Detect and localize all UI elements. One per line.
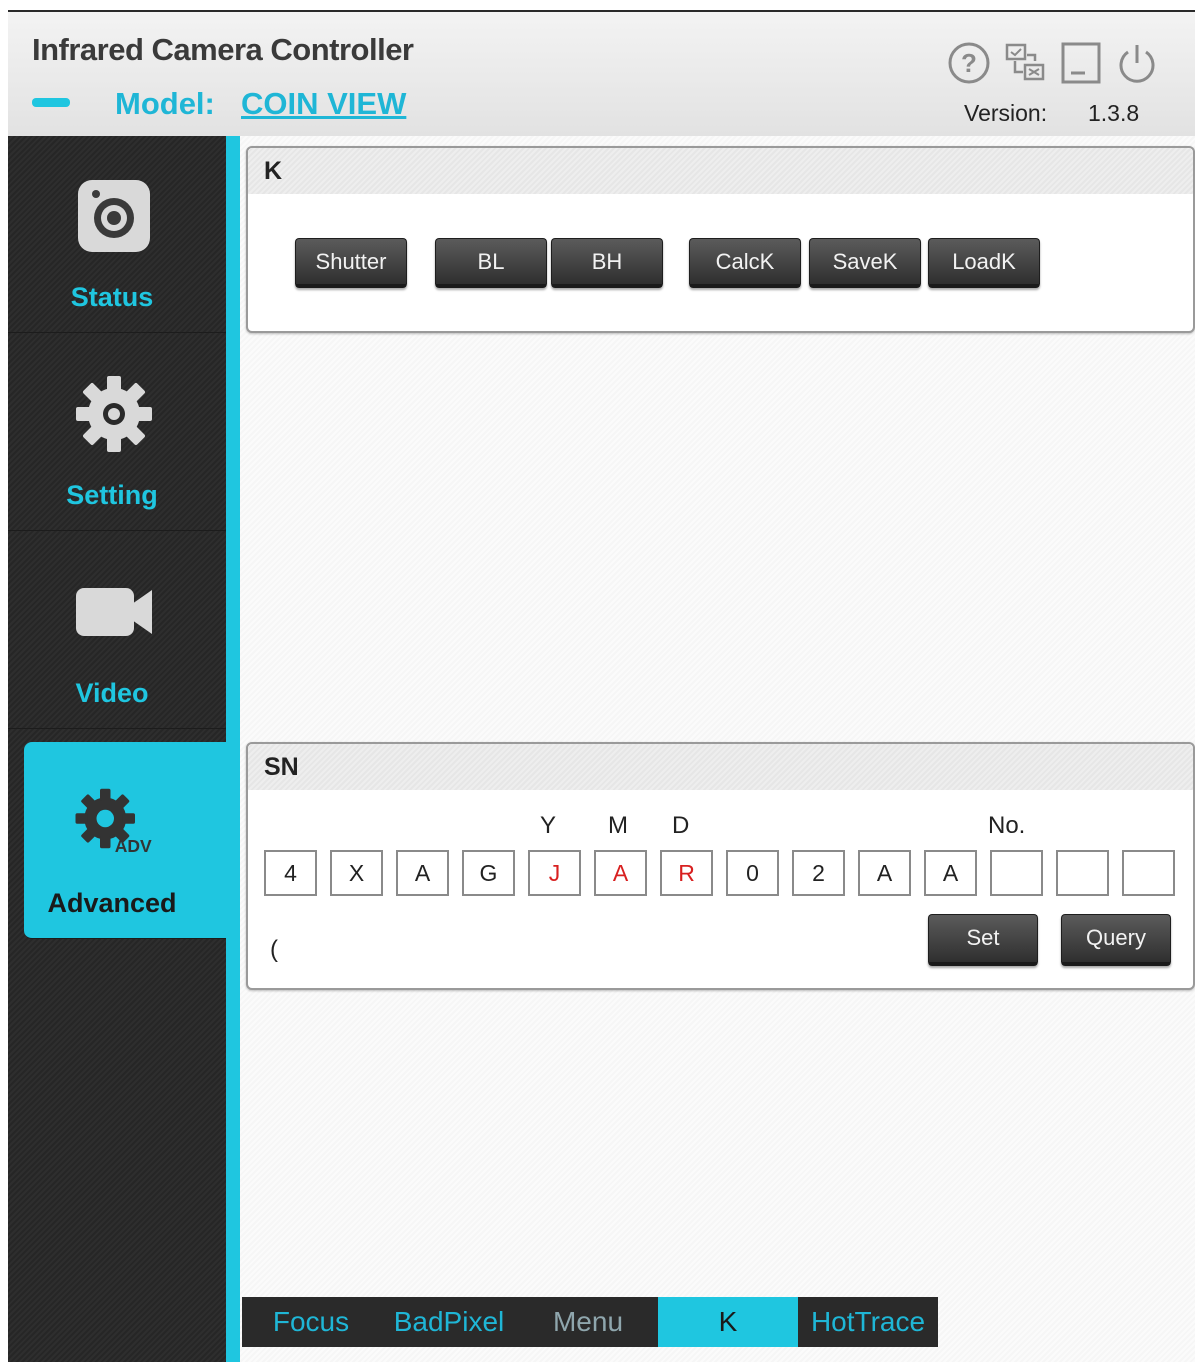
version-label: Version: xyxy=(964,100,1048,126)
sn-number-header: No. xyxy=(988,812,1026,839)
calck-button[interactable]: CalcK xyxy=(689,238,801,288)
sidebar-item-label: Status xyxy=(70,282,154,312)
sn-day-header: D xyxy=(672,812,690,839)
sidebar-item-status[interactable]: Status xyxy=(8,136,226,333)
sidebar: Status Setting Video ADV Advanced xyxy=(8,136,226,1362)
svg-text:?: ? xyxy=(961,48,977,78)
sidebar-item-setting[interactable]: Setting xyxy=(8,334,226,531)
sn-char-field[interactable]: A xyxy=(924,850,977,896)
sn-char-field[interactable] xyxy=(990,850,1043,896)
sidebar-item-label: Video xyxy=(75,678,149,708)
help-icon[interactable]: ? xyxy=(946,40,992,86)
query-button[interactable]: Query xyxy=(1061,914,1171,966)
app-title: Infrared Camera Controller xyxy=(32,32,414,67)
bl-button[interactable]: BL xyxy=(435,238,547,288)
tab-hottrace[interactable]: HotTrace xyxy=(798,1297,938,1347)
sn-char-field[interactable]: A xyxy=(396,850,449,896)
power-icon[interactable] xyxy=(1114,40,1160,86)
tab-k[interactable]: K xyxy=(658,1297,798,1347)
tab-menu[interactable]: Menu xyxy=(518,1297,658,1347)
svg-text:ADV: ADV xyxy=(115,836,152,856)
app-window: Infrared Camera Controller Model: COIN V… xyxy=(8,10,1195,1362)
sidebar-item-label: Setting xyxy=(66,480,158,510)
advanced-gear-icon: ADV xyxy=(72,780,156,864)
sidebar-item-label: Advanced xyxy=(47,888,177,918)
sidebar-item-advanced[interactable]: ADV Advanced xyxy=(24,742,226,939)
set-button[interactable]: Set xyxy=(928,914,1038,966)
tab-focus[interactable]: Focus xyxy=(242,1297,380,1347)
k-panel: K Shutter BL BH CalcK SaveK LoadK xyxy=(246,146,1195,333)
sn-char-field[interactable]: X xyxy=(330,850,383,896)
sn-char-field[interactable]: A xyxy=(858,850,911,896)
sn-char-field[interactable]: G xyxy=(462,850,515,896)
video-camera-icon xyxy=(72,570,156,654)
title-bar: Infrared Camera Controller Model: COIN V… xyxy=(8,12,1195,136)
sn-char-field[interactable]: R xyxy=(660,850,713,896)
sn-char-field[interactable]: J xyxy=(528,850,581,896)
main-content: K Shutter BL BH CalcK SaveK LoadK SN Y M… xyxy=(240,136,1195,1362)
sn-char-field[interactable]: A xyxy=(594,850,647,896)
tab-badpixel[interactable]: BadPixel xyxy=(380,1297,518,1347)
sn-char-field[interactable]: 0 xyxy=(726,850,779,896)
loadk-button[interactable]: LoadK xyxy=(928,238,1040,288)
k-panel-title: K xyxy=(248,148,1193,194)
bottom-tab-bar: Focus BadPixel Menu K HotTrace xyxy=(242,1297,938,1347)
model-indicator-bar xyxy=(32,98,70,107)
sn-char-field[interactable] xyxy=(1122,850,1175,896)
model-label: Model: xyxy=(115,86,215,121)
sn-panel-title: SN xyxy=(248,744,1193,790)
sidebar-item-video[interactable]: Video xyxy=(8,532,226,729)
sn-char-field[interactable]: 4 xyxy=(264,850,317,896)
sn-char-field[interactable] xyxy=(1056,850,1109,896)
sn-year-header: Y xyxy=(540,812,557,839)
bh-button[interactable]: BH xyxy=(551,238,663,288)
shutter-button[interactable]: Shutter xyxy=(295,238,407,288)
minimize-icon[interactable] xyxy=(1058,40,1104,86)
sn-status-text: ( xyxy=(270,936,278,963)
model-link[interactable]: COIN VIEW xyxy=(241,86,406,122)
sn-month-header: M xyxy=(608,812,628,839)
gear-icon xyxy=(72,372,156,456)
version-value: 1.3.8 xyxy=(1088,100,1140,126)
savek-button[interactable]: SaveK xyxy=(809,238,921,288)
sn-panel: SN Y M D No. 4XAGJAR02AA ( Set Query xyxy=(246,742,1195,990)
network-config-icon[interactable] xyxy=(1002,40,1048,86)
sn-char-field[interactable]: 2 xyxy=(792,850,845,896)
window-controls: ? xyxy=(946,40,1160,86)
camera-icon xyxy=(72,174,156,258)
sidebar-accent-bar xyxy=(226,136,240,1362)
